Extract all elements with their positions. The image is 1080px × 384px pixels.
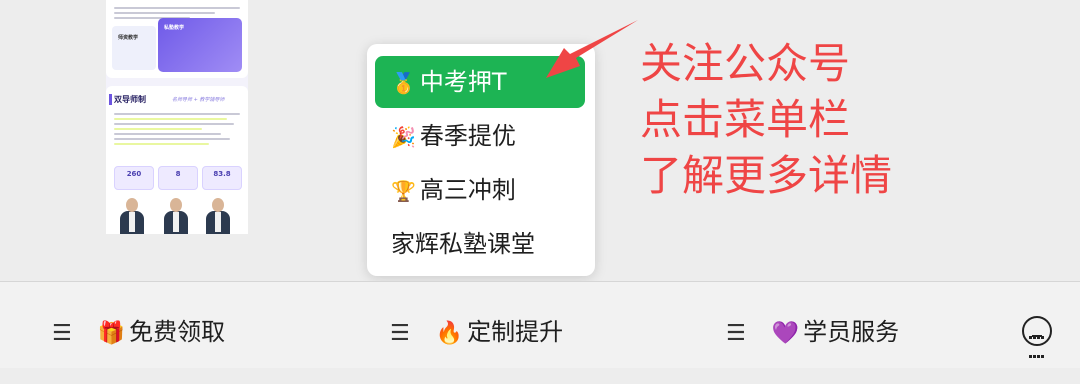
fire-icon: 🔥 — [435, 321, 464, 346]
party-popper-icon: 🎉 — [391, 125, 416, 149]
teacher-photo — [118, 194, 146, 234]
thumbnail-section-title: 双导师制 — [109, 94, 146, 105]
tab-service[interactable]: ☰ 💜 学员服务 — [726, 282, 899, 368]
purple-heart-icon: 💜 — [771, 321, 800, 346]
hamburger-icon: ☰ — [390, 321, 410, 346]
thumbnail-purple-card: 私塾教学 — [158, 18, 242, 72]
hamburger-icon: ☰ — [52, 321, 72, 346]
thumbnail-left-box: 师资教学 — [112, 26, 156, 70]
stat-box: 8 — [158, 166, 198, 190]
annotation-text: 关注公众号 点击菜单栏 了解更多详情 — [640, 39, 893, 200]
menu-item-chunji[interactable]: 🎉 春季提优 — [375, 110, 585, 162]
arrow-icon — [546, 20, 638, 78]
tab-custom[interactable]: ☰ 🔥 定制提升 — [390, 282, 563, 368]
tab-free[interactable]: ☰ 🎁 免费领取 — [52, 282, 225, 368]
keyboard-icon[interactable] — [1022, 316, 1052, 358]
stat-box: 83.8 — [202, 166, 242, 190]
menu-item-gaosan[interactable]: 🏆 高三冲刺 — [375, 164, 585, 216]
thumbnail-section: 双导师制 名师导师 + 教学辅导师 260 8 83.8 — [106, 86, 248, 234]
trophy-icon: 🏆 — [391, 179, 416, 203]
medal-icon: 🥇 — [391, 71, 416, 95]
teacher-photo — [162, 194, 190, 234]
thumbnail-top-card: 师资教学 私塾教学 — [106, 0, 248, 78]
thumbnail-section-subtitle: 名师导师 + 教学辅导师 — [172, 97, 225, 103]
hamburger-icon: ☰ — [726, 321, 746, 346]
gift-icon: 🎁 — [97, 321, 126, 346]
teacher-photo — [204, 194, 232, 234]
menu-item-sishu[interactable]: 家辉私塾课堂 — [375, 218, 585, 270]
article-thumbnail: 师资教学 私塾教学 双导师制 名师导师 + 教学辅导师 260 8 83.8 — [106, 0, 248, 234]
bottom-menu-bar: ☰ 🎁 免费领取 ☰ 🔥 定制提升 ☰ 💜 学员服务 — [0, 281, 1080, 368]
stat-box: 260 — [114, 166, 154, 190]
